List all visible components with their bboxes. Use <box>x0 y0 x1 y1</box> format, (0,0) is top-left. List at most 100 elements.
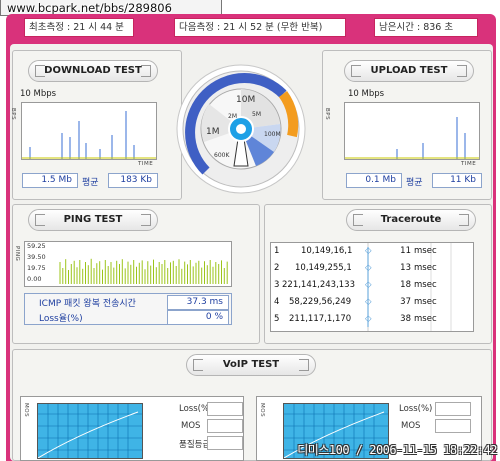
voip-right-loss-label: Loss(%) <box>399 404 433 414</box>
voip-left-grade-value <box>207 436 243 450</box>
icmp-value: 37.3 ms <box>167 295 229 310</box>
download-graph <box>21 102 157 160</box>
trace-ms: 18 <box>400 280 411 290</box>
ping-bars <box>59 258 228 284</box>
ping-test-button[interactable]: PING TEST <box>28 209 158 231</box>
trace-unit: msec <box>414 263 437 273</box>
traceroute-button[interactable]: Traceroute <box>346 209 476 231</box>
voip-left-mos-value <box>207 419 243 433</box>
trace-hop: 3 <box>274 280 280 290</box>
voip-right-loss-value <box>435 402 471 416</box>
first-measure-box: 최초측정 : 21 시 44 분 <box>24 18 134 37</box>
gauge-label-600k: 600K <box>214 152 230 159</box>
trace-unit: msec <box>414 246 437 256</box>
upload-avg-label: 평균 <box>406 178 423 188</box>
trace-hop: 1 <box>274 246 280 256</box>
upload-y-axis: BPS <box>324 108 330 121</box>
remaining-time-box: 남은시간 : 836 초 <box>374 18 478 37</box>
upload-scale: 10 Mbps <box>348 89 385 99</box>
download-avg-label: 평균 <box>82 178 99 188</box>
voip-left-grade-label: 품질등급 <box>179 440 211 450</box>
trace-unit: msec <box>414 280 437 290</box>
ping-title: PING TEST <box>63 214 123 225</box>
trace-ms: 37 <box>400 297 411 307</box>
upload-title: UPLOAD TEST <box>370 65 448 76</box>
download-y-axis: BPS <box>10 108 16 121</box>
trace-row-2: 2 10,149,255,1 ◇ 13 msec <box>271 261 473 277</box>
next-measure-box: 다음측정 : 21 시 52 분 (무한 반복) <box>174 18 346 37</box>
trace-hop: 4 <box>274 297 280 307</box>
voip-left-box: MOS Loss(%) MOS 품질등급 <box>20 396 244 461</box>
trace-unit: msec <box>414 297 437 307</box>
trace-ms: 11 <box>400 246 411 256</box>
trace-node-icon: ◇ <box>365 314 372 324</box>
voip-left-y-axis: MOS <box>23 403 29 418</box>
upload-average-value: 11 Kb <box>432 173 482 188</box>
voip-left-grid <box>37 404 142 459</box>
trace-ip: 211,117,1,170 <box>289 314 352 324</box>
trace-row-1: 1 10,149,16,1 ◇ 11 msec <box>271 244 473 260</box>
trace-row-3: 3 221,141,243,133 ◇ 18 msec <box>271 278 473 294</box>
main-content: DOWNLOAD TEST 10 Mbps BPS TIME 1.5 Mb 평균… <box>10 44 493 461</box>
voip-right-mos-label: MOS <box>401 421 421 431</box>
icmp-label: ICMP 패킷 왕복 전송시간 <box>39 299 136 309</box>
voip-left-loss-value <box>207 402 243 416</box>
upload-test-button[interactable]: UPLOAD TEST <box>344 60 474 82</box>
trace-node-icon: ◇ <box>365 246 372 256</box>
first-measure-text: 최초측정 : 21 시 44 분 <box>29 22 124 33</box>
trace-hop: 5 <box>274 314 280 324</box>
speed-gauge: 10M 2M 5M 1M 100M 600K <box>176 64 306 194</box>
download-scale: 10 Mbps <box>20 89 57 99</box>
loss-label: Loss율(%) <box>39 314 83 324</box>
ping-tick-0: 59.25 <box>27 242 46 250</box>
download-bars <box>22 111 156 159</box>
traceroute-table: 1 10,149,16,1 ◇ 11 msec 2 10,149,255,1 ◇… <box>270 242 474 332</box>
download-x-axis: TIME <box>138 161 154 167</box>
ping-graph: 59.25 39.50 19.75 0.00 <box>24 241 232 287</box>
trace-node-icon: ◇ <box>365 263 372 273</box>
trace-unit: msec <box>414 314 437 324</box>
upload-bars <box>345 117 479 159</box>
upload-graph <box>344 102 480 160</box>
download-average-value: 183 Kb <box>108 173 158 188</box>
gauge-label-2m: 2M <box>228 113 237 120</box>
upload-current-value: 0.1 Mb <box>346 173 402 188</box>
ping-tick-2: 19.75 <box>27 264 46 272</box>
voip-left-graph <box>37 403 143 459</box>
upload-x-axis: TIME <box>461 161 477 167</box>
voip-left-mos-label: MOS <box>181 421 201 431</box>
trace-ip: 10,149,16,1 <box>301 246 353 256</box>
download-test-button[interactable]: DOWNLOAD TEST <box>28 60 158 82</box>
trace-ms: 13 <box>400 263 411 273</box>
loss-value: 0 % <box>167 310 229 325</box>
gauge-label-100m: 100M <box>264 131 281 138</box>
capture-timestamp: 디미스100 / 2006-11-15 18:22:42 <box>297 443 497 457</box>
voip-title: VoIP TEST <box>222 359 280 370</box>
ping-info-box: ICMP 패킷 왕복 전송시간 Loss율(%) 37.3 ms 0 % <box>24 293 232 325</box>
ping-tick-3: 0.00 <box>27 275 42 283</box>
header-bar: 최초측정 : 21 시 44 분 다음측정 : 21 시 52 분 (무한 반복… <box>14 18 490 38</box>
download-title: DOWNLOAD TEST <box>44 65 142 76</box>
trace-row-5: 5 211,117,1,170 ◇ 38 msec <box>271 312 473 328</box>
trace-ip: 10,149,255,1 <box>295 263 352 273</box>
trace-row-4: 4 58,229,56,249 ◇ 37 msec <box>271 295 473 311</box>
ping-tick-1: 39.50 <box>27 253 46 261</box>
gauge-label-10m: 10M <box>236 95 255 105</box>
remaining-time-text: 남은시간 : 836 초 <box>379 22 454 33</box>
trace-node-icon: ◇ <box>365 297 372 307</box>
trace-hop: 2 <box>274 263 280 273</box>
trace-ip: 221,141,243,133 <box>282 280 356 290</box>
download-current-value: 1.5 Mb <box>22 173 78 188</box>
trace-ip: 58,229,56,249 <box>289 297 352 307</box>
trace-node-icon: ◇ <box>365 280 372 290</box>
next-measure-text: 다음측정 : 21 시 52 분 (무한 반복) <box>179 22 323 33</box>
trace-ms: 38 <box>400 314 411 324</box>
traceroute-title: Traceroute <box>380 214 442 225</box>
voip-test-button[interactable]: VoIP TEST <box>186 354 316 376</box>
url-watermark: www.bcpark.net/bbs/289806 <box>7 1 172 15</box>
voip-right-y-axis: MOS <box>259 403 265 418</box>
gauge-label-5m: 5M <box>252 111 261 118</box>
ping-y-axis: PING <box>14 246 20 262</box>
voip-right-mos-value <box>435 419 471 433</box>
gauge-label-1m: 1M <box>206 127 220 137</box>
